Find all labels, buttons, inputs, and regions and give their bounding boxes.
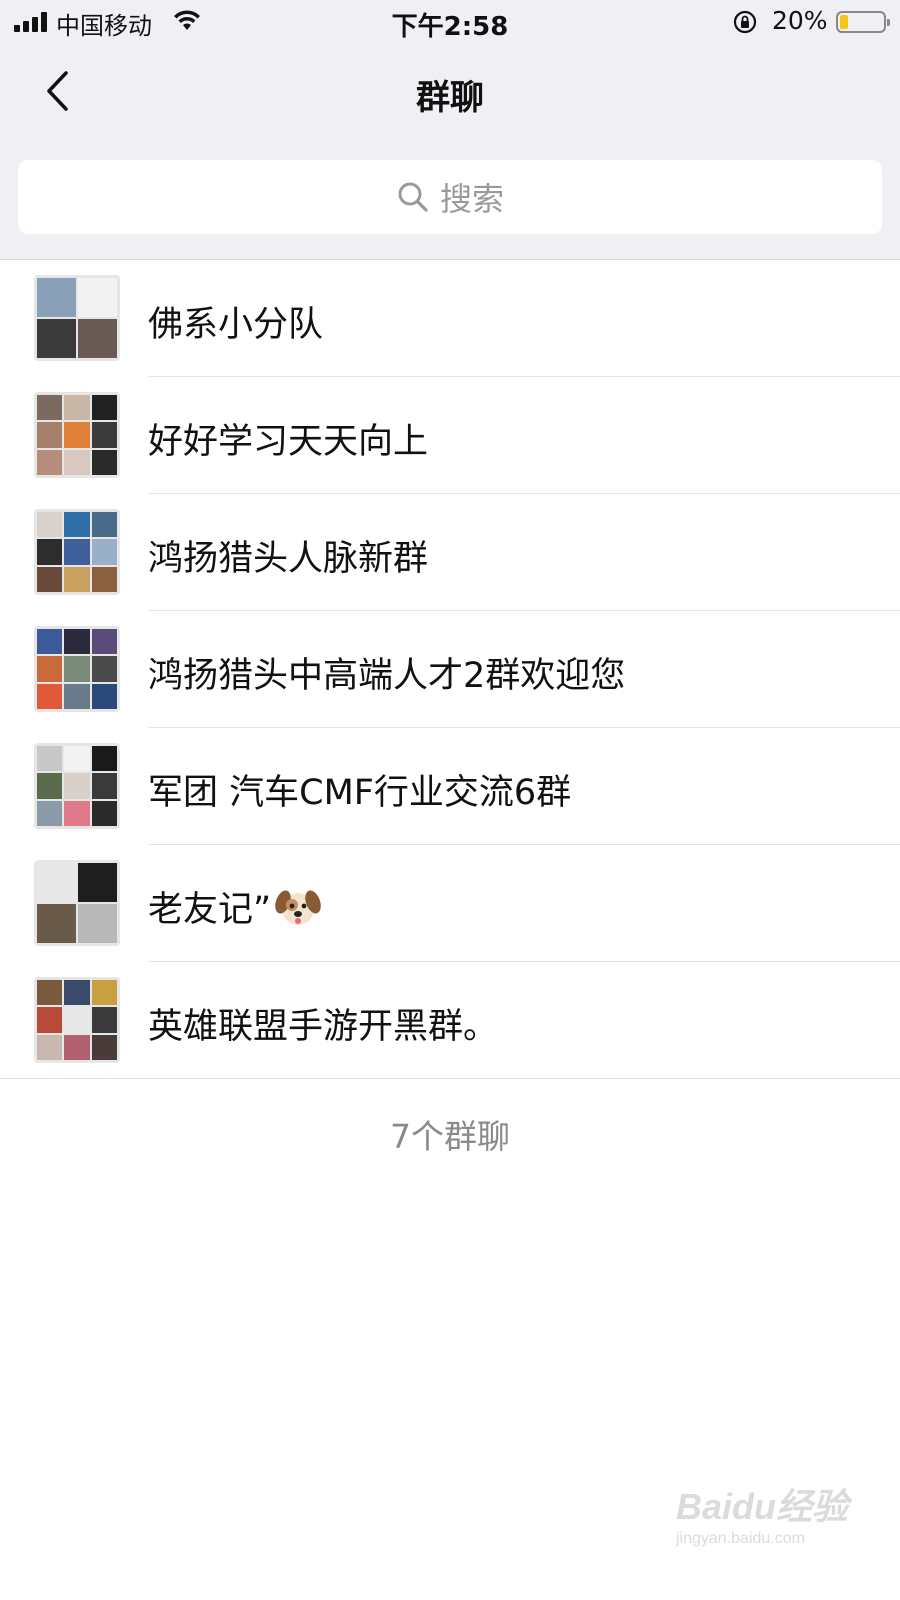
member-avatar-thumb — [64, 683, 90, 709]
member-avatar-thumb — [91, 773, 117, 799]
member-avatar-thumb — [64, 800, 90, 826]
group-name: 老友记” — [148, 881, 321, 937]
group-avatar — [34, 977, 120, 1063]
member-avatar-thumb — [37, 539, 63, 565]
member-avatar-thumb — [91, 449, 117, 475]
member-avatar-thumb — [37, 1007, 63, 1033]
member-avatar-thumb — [64, 1007, 90, 1033]
group-chat-row[interactable]: 鸿扬猎头人脉新群 — [0, 494, 900, 611]
member-avatar-thumb — [37, 683, 63, 709]
member-avatar-thumb — [91, 1007, 117, 1033]
group-name-text: 好好学习天天向上 — [148, 422, 429, 462]
member-avatar-thumb — [37, 449, 63, 475]
group-chat-row[interactable]: 英雄联盟手游开黑群。 — [0, 962, 900, 1079]
member-avatar-thumb — [64, 1034, 90, 1060]
battery-icon — [836, 11, 890, 33]
member-avatar-thumb — [91, 512, 117, 538]
member-avatar-thumb — [37, 746, 63, 772]
group-chat-row[interactable]: 鸿扬猎头中高端人才2群欢迎您 — [0, 611, 900, 728]
member-avatar-thumb — [91, 566, 117, 592]
member-avatar-thumb — [78, 904, 117, 943]
group-chat-row[interactable]: 佛系小分队 — [0, 260, 900, 377]
group-avatar — [34, 860, 120, 946]
member-avatar-thumb — [64, 746, 90, 772]
member-avatar-thumb — [37, 904, 76, 943]
baidu-jingyan-watermark: Baidu经验 jingyan.baidu.com — [676, 1486, 849, 1547]
member-avatar-thumb — [64, 449, 90, 475]
member-avatar-thumb — [91, 980, 117, 1006]
member-avatar-thumb — [91, 746, 117, 772]
group-avatar — [34, 743, 120, 829]
member-avatar-thumb — [37, 773, 63, 799]
member-avatar-thumb — [91, 629, 117, 655]
member-avatar-thumb — [91, 656, 117, 682]
status-time: 下午2:58 — [391, 12, 509, 42]
group-name-text: 英雄联盟手游开黑群。 — [148, 1007, 499, 1047]
group-name-text: 鸿扬猎头中高端人才2群欢迎您 — [148, 656, 626, 696]
group-name: 鸿扬猎头中高端人才2群欢迎您 — [148, 647, 625, 698]
group-avatar — [34, 626, 120, 712]
member-avatar-thumb — [37, 512, 63, 538]
group-chat-row[interactable]: 好好学习天天向上 — [0, 377, 900, 494]
header-area: 中国移动 下午2:58 20% 群聊 搜索 — [0, 0, 900, 260]
member-avatar-thumb — [37, 319, 76, 358]
group-name: 佛系小分队 — [148, 296, 323, 347]
status-bar: 中国移动 下午2:58 20% — [0, 0, 900, 44]
member-avatar-thumb — [64, 656, 90, 682]
member-avatar-thumb — [91, 1034, 117, 1060]
group-name-text: 佛系小分队 — [148, 305, 324, 345]
member-avatar-thumb — [37, 629, 63, 655]
group-avatar — [34, 392, 120, 478]
group-name: 军团 汽车CMF行业交流6群 — [148, 764, 571, 815]
group-count-label: 7个群聊 — [390, 1117, 510, 1156]
member-avatar-thumb — [37, 863, 76, 902]
member-avatar-thumb — [64, 395, 90, 421]
member-avatar-thumb — [91, 800, 117, 826]
member-avatar-thumb — [37, 980, 63, 1006]
member-avatar-thumb — [37, 278, 76, 317]
group-name-text: 军团 汽车CMF行业交流6群 — [148, 773, 572, 813]
member-avatar-thumb — [78, 863, 117, 902]
search-placeholder: 搜索 — [439, 180, 504, 218]
member-avatar-thumb — [37, 395, 63, 421]
member-avatar-thumb — [64, 566, 90, 592]
member-avatar-thumb — [78, 319, 117, 358]
member-avatar-thumb — [64, 980, 90, 1006]
page-title: 群聊 — [416, 78, 484, 118]
member-avatar-thumb — [64, 773, 90, 799]
member-avatar-thumb — [64, 629, 90, 655]
group-chat-list: 佛系小分队好好学习天天向上 鸿扬猎头人脉新群鸿扬猎头中高端人才2群欢迎您 军团 汽车… — [0, 260, 900, 1079]
group-name: 好好学习天天向上 — [148, 413, 428, 464]
dog-face-emoji-icon — [275, 886, 321, 937]
member-avatar-thumb — [91, 422, 117, 448]
group-name: 英雄联盟手游开黑群。 — [148, 998, 498, 1049]
member-avatar-thumb — [37, 800, 63, 826]
member-avatar-thumb — [37, 566, 63, 592]
member-avatar-thumb — [37, 656, 63, 682]
group-avatar — [34, 275, 120, 361]
group-chat-row[interactable]: 老友记” — [0, 845, 900, 962]
member-avatar-thumb — [78, 278, 117, 317]
member-avatar-thumb — [37, 422, 63, 448]
member-avatar-thumb — [64, 539, 90, 565]
member-avatar-thumb — [91, 539, 117, 565]
member-avatar-thumb — [91, 683, 117, 709]
member-avatar-thumb — [64, 422, 90, 448]
search-input[interactable]: 搜索 — [18, 160, 882, 234]
group-chat-row[interactable]: 军团 汽车CMF行业交流6群 — [0, 728, 900, 845]
group-name-text: 鸿扬猎头人脉新群 — [148, 539, 429, 579]
group-name-text: 老友记” — [148, 890, 272, 930]
orientation-lock-icon — [732, 9, 758, 42]
row-divider — [0, 1078, 900, 1079]
group-avatar — [34, 509, 120, 595]
navigation-bar: 群聊 — [0, 56, 900, 126]
group-name: 鸿扬猎头人脉新群 — [148, 530, 428, 581]
member-avatar-thumb — [64, 512, 90, 538]
member-avatar-thumb — [37, 1034, 63, 1060]
battery-percent: 20% — [772, 6, 828, 35]
member-avatar-thumb — [91, 395, 117, 421]
search-icon — [398, 182, 428, 212]
